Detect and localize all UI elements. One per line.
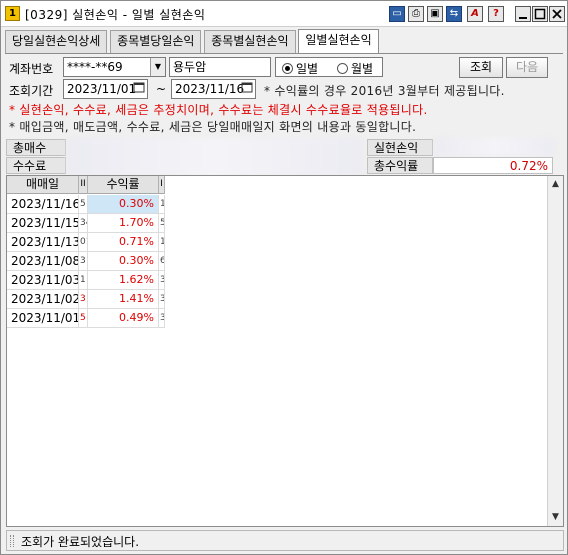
table-row[interactable]: 2023/11/16 5 0.30% 1 (7, 195, 165, 214)
truncated-cell: 6 (159, 252, 165, 270)
tab-divider (5, 53, 563, 54)
total-rate-label: 총수익률 (367, 157, 433, 174)
period-label: 조회기간 (9, 84, 54, 98)
tab-daily-realized[interactable]: 일별실현손익 (298, 29, 379, 53)
truncated-cell: 1 (159, 233, 165, 251)
return-rate-cell: 0.49% (88, 309, 159, 327)
truncated-cell: 3 (79, 290, 88, 308)
link-icon[interactable]: ▭ (389, 6, 405, 22)
table-header: 매매일 II 수익률 I (7, 176, 165, 194)
truncated-cell: 5 (79, 195, 88, 213)
radio-daily-dot (282, 63, 293, 74)
return-rate-cell: 1.41% (88, 290, 159, 308)
col-return-rate[interactable]: 수익률 (88, 176, 159, 194)
account-name: 용두암 (173, 60, 207, 74)
account-value: ****-**69 (67, 60, 123, 74)
radio-daily[interactable]: 일별 (282, 60, 318, 77)
radio-monthly[interactable]: 월별 (337, 60, 373, 77)
trade-date-cell: 2023/11/16 (7, 195, 79, 213)
title-bar: 1 [0329] 실현손익 - 일별 실현손익 ▭ ⎙ ▣ ⇆ A ? (1, 1, 567, 27)
date-range-separator: ~ (156, 82, 167, 96)
grip-icon (10, 535, 14, 547)
chevron-down-icon[interactable]: ▼ (150, 58, 165, 76)
truncated-cell: 34 (79, 214, 88, 232)
status-message: 조회가 완료되었습니다. (21, 535, 140, 549)
tab-stock-realized[interactable]: 종목별실현손익 (204, 30, 296, 53)
truncated-cell: 1 (79, 271, 88, 289)
col-truncated-2[interactable]: I (159, 176, 165, 194)
next-button[interactable]: 다음 (506, 57, 548, 78)
table-row[interactable]: 2023/11/15 34 1.70% 5 (7, 214, 165, 233)
truncated-cell: 3 (79, 252, 88, 270)
table-row[interactable]: 2023/11/13 01 0.71% 1 (7, 233, 165, 252)
daily-pl-table[interactable]: 매매일 II 수익률 I 2023/11/16 5 0.30% 1 2023/1… (6, 175, 564, 527)
return-rate-cell: 0.71% (88, 233, 159, 251)
scroll-down-icon[interactable]: ▼ (548, 510, 563, 525)
trade-date-cell: 2023/11/02 (7, 290, 79, 308)
return-rate-cell: 0.30% (88, 252, 159, 270)
status-bar: 조회가 완료되었습니다. (6, 530, 564, 551)
total-rate-value: 0.72% (433, 157, 553, 174)
col-truncated-1[interactable]: II (79, 176, 88, 194)
app-window: 1 [0329] 실현손익 - 일별 실현손익 ▭ ⎙ ▣ ⇆ A ? 당일실현… (0, 0, 568, 555)
rate-notice: * 수익률의 경우 2016년 3월부터 제공됩니다. (264, 84, 505, 98)
date-to-value: 2023/11/16 (175, 82, 245, 96)
return-rate-cell: 1.62% (88, 271, 159, 289)
col-trade-date[interactable]: 매매일 (7, 176, 79, 194)
account-name-field: 용두암 (169, 57, 271, 77)
table-row[interactable]: 2023/11/08 3 0.30% 6 (7, 252, 165, 271)
window-icon[interactable]: ▣ (427, 6, 443, 22)
masked-summary-area (67, 138, 363, 176)
scroll-up-icon[interactable]: ▲ (548, 177, 563, 192)
account-label: 계좌번호 (9, 62, 54, 76)
table-row[interactable]: 2023/11/02 3 1.41% 3 (7, 290, 165, 309)
masked-realized-value (435, 138, 555, 156)
truncated-cell: 3 (159, 271, 165, 289)
realized-pl-label: 실현손익 (367, 139, 433, 156)
radio-monthly-dot (337, 63, 348, 74)
trade-date-cell: 2023/11/13 (7, 233, 79, 251)
estimate-notice: * 실현손익, 수수료, 세금은 추정치이며, 수수료는 체결시 수수료율로 적… (9, 103, 428, 117)
date-from-field[interactable]: 2023/11/01 (63, 79, 148, 99)
minimize-icon[interactable] (515, 6, 531, 22)
trade-date-cell: 2023/11/15 (7, 214, 79, 232)
return-rate-cell: 1.70% (88, 214, 159, 232)
fee-label: 수수료 (6, 157, 66, 174)
radio-daily-label: 일별 (296, 62, 319, 76)
calendar-icon[interactable] (131, 81, 146, 97)
truncated-cell: 01 (79, 233, 88, 251)
maximize-icon[interactable] (532, 6, 548, 22)
info-notice: * 매입금액, 매도금액, 수수료, 세금은 당일매매일지 화면의 내용과 동일… (9, 120, 417, 134)
truncated-cell: 3 (159, 309, 165, 327)
tab-strip: 당일실현손익상세 종목별당일손익 종목별실현손익 일별실현손익 (5, 29, 379, 53)
table-row[interactable]: 2023/11/01 5 0.49% 3 (7, 309, 165, 328)
truncated-cell: 5 (79, 309, 88, 327)
tab-intraday-detail[interactable]: 당일실현손익상세 (5, 30, 108, 53)
help-icon[interactable]: ? (488, 6, 504, 22)
window-title: [0329] 실현손익 - 일별 실현손익 (25, 8, 206, 22)
app-icon: 1 (5, 6, 20, 21)
truncated-cell: 5 (159, 214, 165, 232)
vertical-scrollbar[interactable]: ▲ ▼ (547, 176, 563, 526)
pin-icon[interactable]: ⇆ (446, 6, 462, 22)
trade-date-cell: 2023/11/08 (7, 252, 79, 270)
radio-monthly-label: 월별 (351, 62, 374, 76)
return-rate-cell: 0.30% (88, 195, 159, 213)
trade-date-cell: 2023/11/01 (7, 309, 79, 327)
print-icon[interactable]: ⎙ (408, 6, 424, 22)
truncated-cell: 1 (159, 195, 165, 213)
search-button[interactable]: 조회 (459, 57, 503, 78)
font-icon[interactable]: A (467, 6, 483, 22)
close-icon[interactable] (549, 6, 565, 22)
account-select[interactable]: ****-**69 ▼ (63, 57, 166, 77)
trade-date-cell: 2023/11/03 (7, 271, 79, 289)
total-buy-label: 총매수 (6, 139, 66, 156)
truncated-cell: 3 (159, 290, 165, 308)
calendar-icon[interactable] (239, 81, 254, 97)
table-row[interactable]: 2023/11/03 1 1.62% 3 (7, 271, 165, 290)
date-to-field[interactable]: 2023/11/16 (171, 79, 256, 99)
date-from-value: 2023/11/01 (67, 82, 137, 96)
tab-stock-intraday[interactable]: 종목별당일손익 (110, 30, 202, 53)
